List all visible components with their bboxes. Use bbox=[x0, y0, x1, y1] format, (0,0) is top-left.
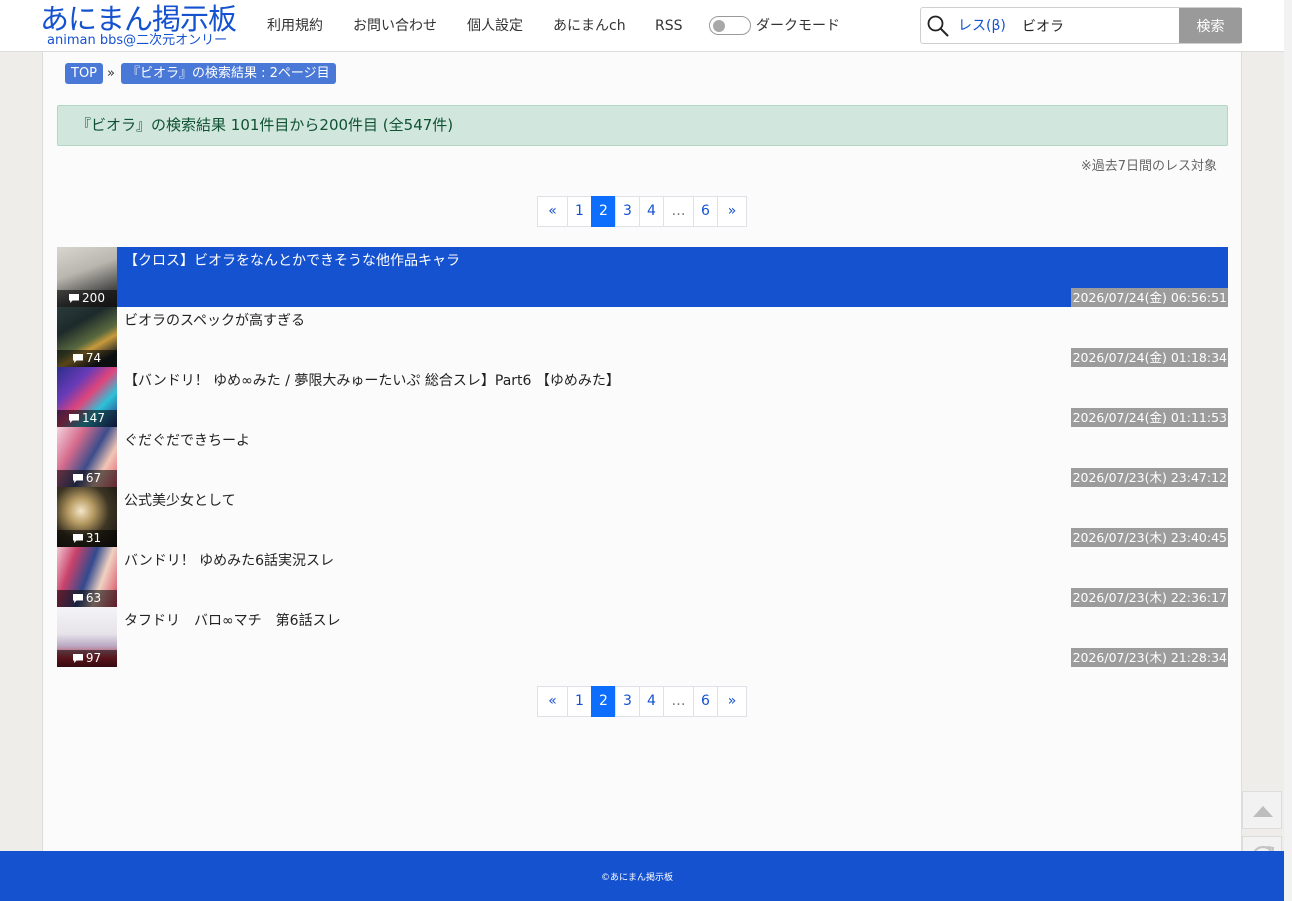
thread-date: 2026/07/24(金) 01:18:34 bbox=[1070, 348, 1228, 367]
pagination-ellipsis: … bbox=[663, 196, 694, 227]
breadcrumb-separator: » bbox=[107, 66, 115, 81]
search-button[interactable]: 検索 bbox=[1179, 8, 1242, 43]
nav-settings[interactable]: 個人設定 bbox=[467, 16, 523, 36]
search-scope-note: ※過去7日間のレス対象 bbox=[1080, 159, 1217, 174]
pagination-prev[interactable]: « bbox=[537, 686, 568, 717]
scroll-to-top-button[interactable] bbox=[1242, 791, 1282, 829]
thread-date: 2026/07/23(木) 23:40:45 bbox=[1070, 528, 1228, 547]
thread-date: 2026/07/24(金) 06:56:51 bbox=[1070, 288, 1228, 307]
nav-terms[interactable]: 利用規約 bbox=[267, 16, 323, 36]
thread-title[interactable]: ぐだぐだできちーよ bbox=[124, 431, 250, 451]
thread-row[interactable]: 74 ビオラのスペックが高すぎる 2026/07/24(金) 01:18:34 bbox=[57, 307, 1228, 367]
nav-rss[interactable]: RSS bbox=[655, 16, 683, 36]
arrow-up-icon bbox=[1253, 806, 1273, 817]
thread-row[interactable]: 147 【バンドリ！ ゆめ∞みた / 夢限大みゅーたいぷ 総合スレ】Part6 … bbox=[57, 367, 1228, 427]
pagination-bottom: « 1 2 3 4 … 6 » bbox=[537, 686, 747, 717]
thread-date: 2026/07/23(木) 22:36:17 bbox=[1070, 588, 1228, 607]
comment-icon bbox=[72, 474, 83, 483]
reply-count: 63 bbox=[57, 590, 117, 607]
search-input[interactable] bbox=[1017, 10, 1177, 41]
thread-thumbnail: 31 bbox=[57, 487, 117, 547]
reply-count: 74 bbox=[57, 350, 117, 367]
comment-icon bbox=[72, 594, 83, 603]
thread-thumbnail: 97 bbox=[57, 607, 117, 667]
comment-icon bbox=[72, 654, 83, 663]
thread-title[interactable]: ビオラのスペックが高すぎる bbox=[124, 311, 305, 331]
pagination-page-2[interactable]: 2 bbox=[591, 686, 616, 717]
pagination-page-2[interactable]: 2 bbox=[591, 196, 616, 227]
toggle-knob bbox=[713, 20, 725, 32]
pagination-ellipsis: … bbox=[663, 686, 694, 717]
thread-thumbnail: 63 bbox=[57, 547, 117, 607]
logo-subtitle: animan bbs@二次元オンリー bbox=[47, 33, 228, 48]
pagination-page-4[interactable]: 4 bbox=[639, 686, 664, 717]
reply-count: 200 bbox=[57, 290, 117, 307]
thread-title[interactable]: バンドリ！ ゆめみた6話実況スレ bbox=[124, 551, 334, 571]
main-content: TOP » 『ビオラ』の検索結果 : 2ページ目 『ビオラ』の検索結果 101件… bbox=[42, 52, 1242, 851]
thread-row[interactable]: 97 タフドリ バロ∞マチ 第6話スレ 2026/07/23(木) 21:28:… bbox=[57, 607, 1228, 667]
pagination-top: « 1 2 3 4 … 6 » bbox=[537, 196, 747, 227]
pagination-next[interactable]: » bbox=[717, 686, 747, 717]
pagination-page-6[interactable]: 6 bbox=[693, 196, 718, 227]
breadcrumb-top[interactable]: TOP bbox=[65, 63, 104, 84]
thread-date: 2026/07/23(木) 23:47:12 bbox=[1070, 468, 1228, 487]
thread-title[interactable]: 【クロス】ビオラをなんとかできそうな他作品キャラ bbox=[124, 251, 460, 271]
logo-title: あにまん掲示板 bbox=[40, 2, 237, 36]
thread-title[interactable]: タフドリ バロ∞マチ 第6話スレ bbox=[124, 611, 341, 631]
nav-animanch[interactable]: あにまんch bbox=[553, 16, 626, 36]
site-logo[interactable]: あにまん掲示板 animan bbs@二次元オンリー bbox=[40, 2, 250, 50]
thread-thumbnail: 74 bbox=[57, 307, 117, 367]
pagination-page-1[interactable]: 1 bbox=[567, 196, 592, 227]
thread-row[interactable]: 67 ぐだぐだできちーよ 2026/07/23(木) 23:47:12 bbox=[57, 427, 1228, 487]
search-result-banner: 『ビオラ』の検索結果 101件目から200件目 (全547件) bbox=[57, 105, 1228, 146]
footer-copyright: ©あにまん掲示板 bbox=[600, 873, 673, 883]
thread-row[interactable]: 31 公式美少女として 2026/07/23(木) 23:40:45 bbox=[57, 487, 1228, 547]
comment-icon bbox=[72, 354, 83, 363]
comment-icon bbox=[72, 534, 83, 543]
dark-mode-label: ダークモード bbox=[756, 18, 840, 34]
thread-row[interactable]: 200 【クロス】ビオラをなんとかできそうな他作品キャラ 2026/07/24(… bbox=[57, 247, 1228, 307]
pagination-page-4[interactable]: 4 bbox=[639, 196, 664, 227]
thread-row[interactable]: 63 バンドリ！ ゆめみた6話実況スレ 2026/07/23(木) 22:36:… bbox=[57, 547, 1228, 607]
pagination-next[interactable]: » bbox=[717, 196, 747, 227]
comment-icon bbox=[69, 294, 80, 303]
thread-thumbnail: 147 bbox=[57, 367, 117, 427]
breadcrumb-current[interactable]: 『ビオラ』の検索結果 : 2ページ目 bbox=[121, 63, 336, 84]
thread-date: 2026/07/24(金) 01:11:53 bbox=[1070, 408, 1228, 427]
search-icon bbox=[927, 15, 949, 37]
pagination-page-1[interactable]: 1 bbox=[567, 686, 592, 717]
thread-date: 2026/07/23(木) 21:28:34 bbox=[1070, 648, 1228, 667]
pagination-page-3[interactable]: 3 bbox=[615, 686, 640, 717]
reply-count: 97 bbox=[57, 650, 117, 667]
search-scope-selector[interactable]: レス(β) bbox=[958, 16, 1006, 36]
pagination-page-3[interactable]: 3 bbox=[615, 196, 640, 227]
dark-mode-toggle[interactable] bbox=[709, 16, 751, 35]
site-footer: ©あにまん掲示板 bbox=[0, 851, 1284, 901]
pagination-prev[interactable]: « bbox=[537, 196, 568, 227]
pagination-page-6[interactable]: 6 bbox=[693, 686, 718, 717]
thread-thumbnail: 200 bbox=[57, 247, 117, 307]
comment-icon bbox=[69, 414, 80, 423]
thread-thumbnail: 67 bbox=[57, 427, 117, 487]
thread-title[interactable]: 【バンドリ！ ゆめ∞みた / 夢限大みゅーたいぷ 総合スレ】Part6 【ゆめみ… bbox=[124, 371, 620, 391]
search-form: レス(β) 検索 bbox=[920, 7, 1242, 44]
reply-count: 31 bbox=[57, 530, 117, 547]
thread-title[interactable]: 公式美少女として bbox=[124, 491, 236, 511]
reply-count: 147 bbox=[57, 410, 117, 427]
reply-count: 67 bbox=[57, 470, 117, 487]
nav-contact[interactable]: お問い合わせ bbox=[353, 16, 437, 36]
site-header: あにまん掲示板 animan bbs@二次元オンリー 利用規約 お問い合わせ 個… bbox=[0, 0, 1284, 52]
page-scrollbar[interactable] bbox=[1284, 0, 1292, 901]
